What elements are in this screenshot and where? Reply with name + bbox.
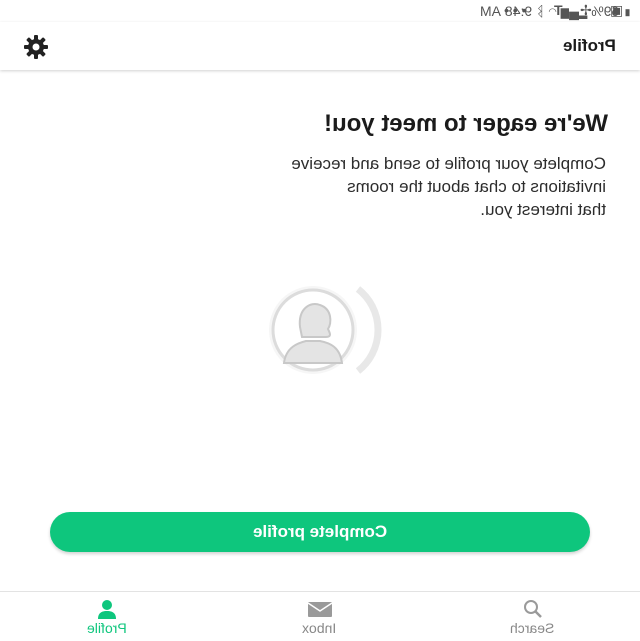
page-title: Profile — [563, 36, 616, 55]
image-icon: ▣ — [610, 2, 624, 18]
avatar-placeholder-icon — [269, 286, 382, 374]
complete-profile-button[interactable]: Complete profile — [50, 512, 590, 552]
status-bar: ▮ 69% ▂▄▆ ◠ ᛒ 9:48 AM • • • T ✢ ▣ — [0, 0, 640, 22]
welcome-description: Complete your profile to send and receiv… — [46, 152, 606, 221]
description-line-3: that interest you. — [480, 200, 606, 219]
settings-button[interactable] — [22, 33, 50, 61]
description-text: Complete your profile to send and receiv… — [46, 152, 606, 221]
text-icon: T — [554, 2, 563, 18]
person-icon — [97, 600, 116, 619]
app-header: Profile — [0, 22, 640, 70]
search-icon — [523, 600, 542, 618]
nav-profile[interactable]: Profile — [0, 592, 213, 641]
description-line-2: invitations to chat about the rooms — [347, 177, 606, 196]
envelope-icon — [307, 602, 332, 617]
gear-icon — [24, 35, 48, 59]
nav-search[interactable]: Search — [426, 592, 639, 641]
bottom-nav: Profile Inbox Search — [0, 591, 640, 641]
pinwheel-icon: ✢ — [580, 2, 592, 18]
description-line-1: Complete your profile to send and receiv… — [291, 154, 606, 173]
nav-inbox[interactable]: Inbox — [213, 592, 426, 641]
status-left-cluster: • • • T ✢ ▣ — [504, 2, 632, 20]
more-dots-icon: • • • — [504, 2, 527, 18]
avatar-placeholder — [238, 285, 398, 375]
welcome-heading: We're eager to meet you! — [323, 110, 608, 137]
